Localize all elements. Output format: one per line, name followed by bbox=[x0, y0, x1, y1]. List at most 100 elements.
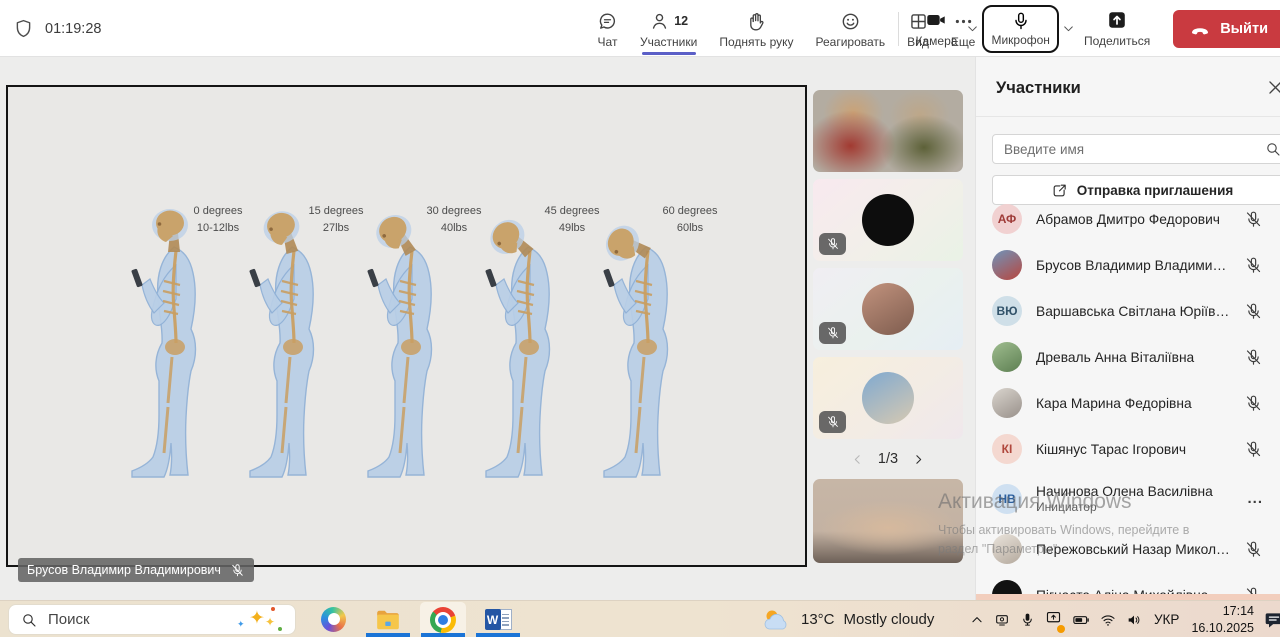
mic-off-badge bbox=[819, 322, 846, 344]
tray-mic-icon[interactable] bbox=[1020, 612, 1035, 627]
participant-mic-off-icon[interactable] bbox=[1244, 440, 1263, 459]
participant-row[interactable]: Пережовський Назар Миколайов... bbox=[976, 526, 1280, 572]
search-highlights-icon: ✦✦✦ bbox=[237, 606, 283, 634]
participants-button[interactable]: 12 Участники bbox=[629, 0, 708, 57]
meeting-timer: 01:19:28 bbox=[45, 21, 101, 37]
taskbar-search-label: Поиск bbox=[48, 611, 226, 628]
shared-screen: 0 degrees10-12lbs 15 degrees27lbs bbox=[6, 85, 807, 567]
clock-time: 17:14 bbox=[1191, 603, 1254, 620]
participant-mic-off-icon[interactable] bbox=[1244, 348, 1263, 367]
copilot-icon[interactable] bbox=[310, 602, 356, 637]
volume-icon[interactable] bbox=[1126, 612, 1142, 628]
wifi-icon[interactable] bbox=[1100, 612, 1116, 628]
windows-taskbar: Поиск ✦✦✦ W 13°C Mostly cloudy bbox=[0, 600, 1280, 637]
battery-icon[interactable] bbox=[1072, 611, 1090, 629]
posture-figure: 60 degrees60lbs bbox=[590, 87, 708, 565]
video-tile[interactable] bbox=[813, 90, 963, 172]
divider bbox=[898, 12, 899, 46]
participant-row[interactable]: АФАбрамов Дмитро Федорович bbox=[976, 196, 1280, 242]
participant-row[interactable]: Брусов Владимир Владимирович bbox=[976, 242, 1280, 288]
participant-row[interactable]: Кара Марина Федорівна bbox=[976, 380, 1280, 426]
mic-off-badge bbox=[819, 411, 846, 433]
share-label: Поделиться bbox=[1084, 34, 1150, 48]
participant-mic-off-icon[interactable] bbox=[1244, 302, 1263, 321]
participants-icon bbox=[649, 11, 670, 32]
participant-avatar: КІ bbox=[992, 434, 1022, 464]
participant-avatar: ВЮ bbox=[992, 296, 1022, 326]
mic-label: Микрофон bbox=[991, 33, 1049, 47]
react-button[interactable]: Реагировать bbox=[805, 0, 897, 57]
word-icon[interactable]: W bbox=[475, 602, 521, 637]
video-tile[interactable] bbox=[813, 357, 963, 439]
self-video-tile[interactable] bbox=[813, 479, 963, 563]
camera-icon bbox=[925, 9, 947, 31]
participant-mic-off-icon[interactable] bbox=[1244, 256, 1263, 275]
participant-more-icon[interactable]: ... bbox=[1247, 490, 1263, 509]
clock-date: 16.10.2025 bbox=[1191, 620, 1254, 637]
search-input[interactable] bbox=[1004, 142, 1257, 157]
posture-figure: 30 degrees40lbs bbox=[354, 87, 472, 565]
notifications-icon[interactable] bbox=[1264, 610, 1280, 630]
pager-next-icon[interactable] bbox=[912, 453, 925, 466]
participant-avatar bbox=[992, 534, 1022, 564]
tray-chevron-up-icon[interactable] bbox=[970, 613, 984, 627]
video-tile[interactable] bbox=[813, 268, 963, 350]
leave-button[interactable]: Выйти bbox=[1173, 10, 1280, 48]
participant-mic-off-icon[interactable] bbox=[1244, 210, 1263, 229]
participant-mic-off-icon[interactable] bbox=[1244, 540, 1263, 559]
participants-panel: Участники Отправка приглашения АФАбрамов… bbox=[975, 57, 1280, 600]
participants-count: 12 bbox=[674, 14, 688, 28]
tray-cast-icon[interactable] bbox=[1045, 609, 1062, 631]
react-label: Реагировать bbox=[816, 35, 886, 49]
avatar bbox=[862, 194, 914, 246]
language-indicator[interactable]: УКР bbox=[1152, 612, 1181, 627]
participant-row[interactable]: ВЮВаршавська Світлана Юріївна bbox=[976, 288, 1280, 334]
participant-name: Начинова Олена Василівна bbox=[1036, 484, 1233, 499]
chrome-icon[interactable] bbox=[420, 602, 466, 637]
participant-role: Инициатор bbox=[1036, 500, 1233, 514]
raise-hand-icon bbox=[746, 11, 767, 32]
avatar bbox=[862, 372, 914, 424]
taskbar-search[interactable]: Поиск ✦✦✦ bbox=[8, 604, 296, 635]
participants-label: Участники bbox=[640, 35, 697, 49]
participant-row[interactable]: КІ Кішянус Тарас Ігорович bbox=[976, 426, 1280, 472]
taskbar-weather[interactable]: 13°C Mostly cloudy bbox=[760, 601, 934, 637]
participant-avatar bbox=[992, 342, 1022, 372]
pager-prev-icon[interactable] bbox=[851, 453, 864, 466]
camera-button[interactable]: Камера bbox=[909, 9, 965, 48]
participant-mic-off-icon[interactable] bbox=[1244, 394, 1263, 413]
search-icon bbox=[21, 612, 37, 628]
participant-name: Пережовський Назар Миколайов... bbox=[1036, 542, 1230, 557]
active-speaker-name: Брусов Владимир Владимирович bbox=[27, 563, 221, 577]
meeting-toolbar: 01:19:28 Чат 12 Участники Поднять руку Р… bbox=[0, 0, 1280, 57]
taskbar-clock[interactable]: 17:14 16.10.2025 bbox=[1191, 603, 1254, 637]
participant-avatar: НВ bbox=[992, 484, 1022, 514]
close-panel-icon[interactable] bbox=[1266, 78, 1280, 97]
mic-button[interactable]: Микрофон bbox=[982, 5, 1058, 53]
video-thumbnails: 1/3 bbox=[813, 90, 963, 570]
camera-options-chevron-icon[interactable] bbox=[966, 22, 979, 35]
posture-figure: 0 degrees10-12lbs bbox=[118, 87, 236, 565]
tray-device-icon[interactable] bbox=[994, 612, 1010, 628]
video-tile[interactable] bbox=[813, 179, 963, 261]
chat-button[interactable]: Чат bbox=[586, 0, 629, 57]
weather-icon bbox=[760, 608, 792, 632]
system-tray: УКР 17:14 16.10.2025 bbox=[970, 601, 1280, 637]
file-explorer-icon[interactable] bbox=[365, 602, 411, 637]
participant-avatar bbox=[992, 250, 1022, 280]
mic-off-badge bbox=[819, 233, 846, 255]
mic-options-chevron-icon[interactable] bbox=[1062, 22, 1075, 35]
phone bbox=[131, 269, 143, 288]
react-icon bbox=[840, 11, 861, 32]
raise-hand-button[interactable]: Поднять руку bbox=[708, 0, 804, 57]
participant-row[interactable]: НВ Начинова Олена ВасилівнаИнициатор... bbox=[976, 472, 1280, 526]
camera-label: Камера bbox=[916, 34, 958, 48]
participants-panel-title: Участники bbox=[996, 79, 1081, 98]
participant-name: Кішянус Тарас Ігорович bbox=[1036, 442, 1230, 457]
phone bbox=[603, 269, 615, 288]
participant-row[interactable]: Древаль Анна Віталіївна bbox=[976, 334, 1280, 380]
search-icon bbox=[1265, 141, 1280, 157]
share-button[interactable]: Поделиться bbox=[1077, 9, 1157, 48]
posture-figure: 15 degrees27lbs bbox=[236, 87, 354, 565]
participant-search[interactable] bbox=[992, 134, 1280, 164]
